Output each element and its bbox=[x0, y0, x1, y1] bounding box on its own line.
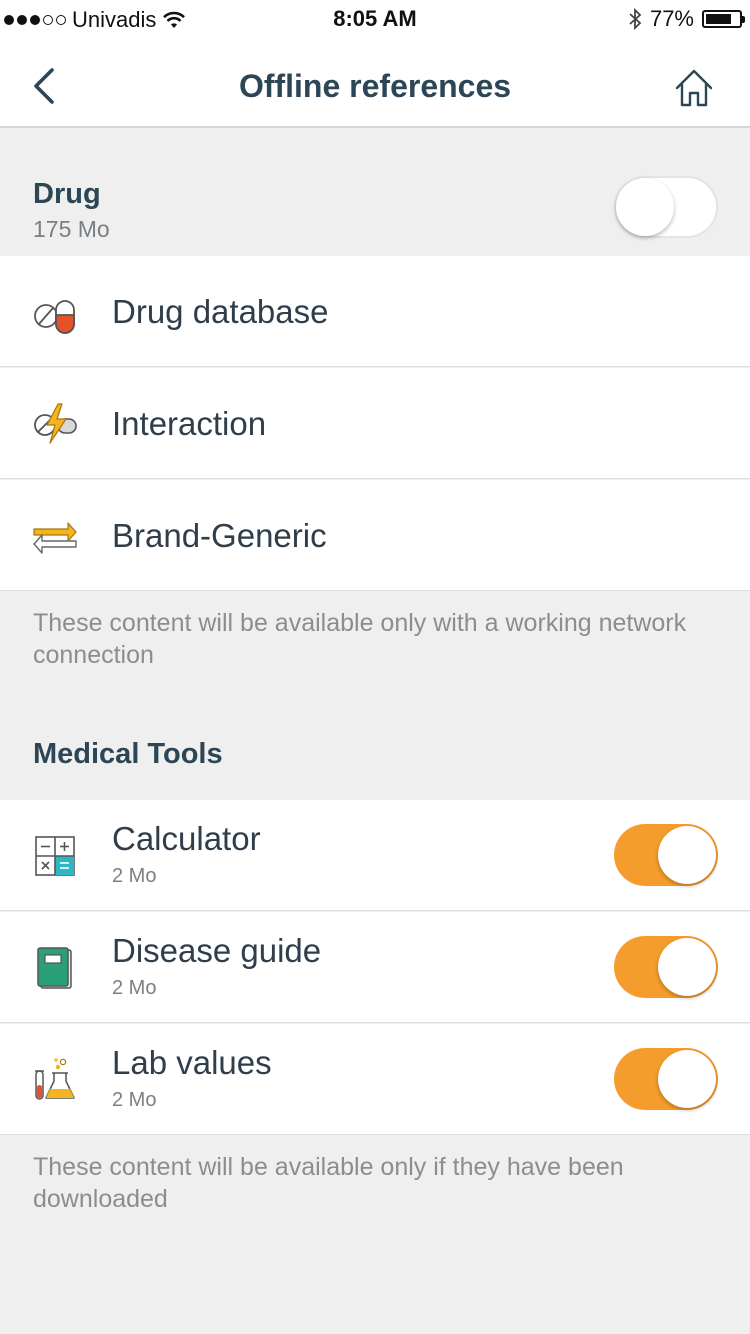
list-item-size: 2 Mo bbox=[112, 1089, 157, 1111]
swap-arrows-icon bbox=[33, 522, 77, 554]
list-item-label: Drug database bbox=[112, 293, 329, 330]
toggle-knob bbox=[658, 826, 716, 884]
list-item-label: Lab values bbox=[112, 1044, 272, 1081]
battery-percent: 77% bbox=[649, 6, 694, 31]
list-item-size: 2 Mo bbox=[112, 977, 157, 999]
calculator-icon bbox=[35, 836, 75, 876]
home-icon[interactable] bbox=[674, 68, 714, 108]
calculator-toggle[interactable] bbox=[614, 824, 718, 886]
list-item-label: Brand-Generic bbox=[112, 517, 327, 554]
list-item-lab-values: Lab values 2 Mo bbox=[0, 1024, 750, 1135]
battery-level-fill bbox=[706, 14, 731, 24]
medical-tools-note: These content will be available only if … bbox=[33, 1153, 624, 1213]
list-item-calculator: Calculator 2 Mo bbox=[0, 800, 750, 911]
list-item-disease-guide: Disease guide 2 Mo bbox=[0, 912, 750, 1023]
book-icon bbox=[37, 947, 72, 989]
interaction-icon bbox=[34, 403, 77, 444]
section-title: Drug bbox=[33, 178, 101, 210]
disease-guide-toggle[interactable] bbox=[614, 936, 718, 998]
medical-tools-title: Medical Tools bbox=[33, 738, 223, 770]
list-item-brand-generic[interactable]: Brand-Generic bbox=[0, 480, 750, 591]
toggle-knob bbox=[616, 178, 674, 236]
drug-download-toggle[interactable] bbox=[614, 176, 718, 238]
pill-icon bbox=[34, 300, 75, 334]
lab-values-toggle[interactable] bbox=[614, 1048, 718, 1110]
list-item-size: 2 Mo bbox=[112, 865, 157, 887]
bluetooth-icon bbox=[629, 7, 642, 31]
page-title: Offline references bbox=[238, 68, 512, 104]
status-right: 77% bbox=[628, 6, 745, 32]
status-bar: Univadis 8:05 AM 77% bbox=[0, 0, 750, 40]
list-item-label: Disease guide bbox=[112, 932, 322, 969]
list-item-label: Calculator bbox=[112, 820, 261, 857]
battery-icon bbox=[702, 10, 745, 28]
nav-bar: Offline references bbox=[0, 40, 750, 128]
list-item-label: Interaction bbox=[112, 405, 267, 442]
section-size: 175 Mo bbox=[33, 216, 110, 242]
toggle-knob bbox=[658, 938, 716, 996]
list-item-drug-database[interactable]: Drug database bbox=[0, 256, 750, 367]
lab-flask-icon bbox=[35, 1058, 75, 1100]
drug-section-note: These content will be available only wit… bbox=[33, 609, 687, 669]
toggle-knob bbox=[658, 1050, 716, 1108]
drug-section-header: Drug 175 Mo bbox=[0, 128, 750, 256]
list-item-interaction[interactable]: Interaction bbox=[0, 368, 750, 479]
